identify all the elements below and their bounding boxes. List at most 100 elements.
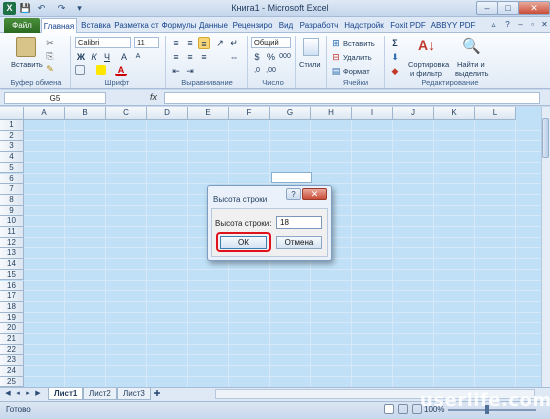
row-header-25[interactable]: 25	[0, 376, 24, 388]
font-name-select[interactable]: Calibri	[75, 37, 131, 48]
find-select-button-line1[interactable]: Найти и	[457, 60, 485, 69]
align-middle-icon[interactable]: ≡	[184, 37, 196, 49]
cancel-button[interactable]: Отмена	[276, 236, 322, 249]
first-sheet-icon[interactable]: ◀	[4, 389, 12, 397]
row-header-17[interactable]: 17	[0, 291, 24, 302]
minimize-button[interactable]: –	[476, 1, 498, 15]
maximize-button[interactable]: □	[497, 1, 519, 15]
thousands-icon[interactable]: 000	[279, 51, 291, 63]
help-icon[interactable]: ?	[502, 19, 513, 30]
column-header-l[interactable]: L	[475, 107, 516, 120]
sheet-tab-1[interactable]: Лист1	[48, 388, 84, 400]
row-header-7[interactable]: 7	[0, 184, 24, 195]
underline-button[interactable]: Ч	[101, 51, 113, 63]
row-header-4[interactable]: 4	[0, 152, 24, 163]
sort-filter-icon[interactable]: A↓	[418, 37, 436, 57]
increase-decimal-icon[interactable]: ,0	[251, 65, 263, 77]
row-header-12[interactable]: 12	[0, 237, 24, 249]
customize-icon[interactable]: ▾	[73, 2, 86, 15]
decrease-font-icon[interactable]: A	[132, 51, 144, 63]
tab-file[interactable]: Файл	[4, 18, 40, 33]
merge-cells-icon[interactable]: ⇔	[228, 51, 240, 63]
increase-font-icon[interactable]: A	[118, 51, 130, 63]
paste-icon[interactable]	[16, 37, 36, 57]
column-header-f[interactable]: F	[229, 107, 270, 120]
autosum-icon[interactable]: Σ	[389, 37, 401, 49]
align-left-icon[interactable]: ≡	[170, 51, 182, 63]
save-icon[interactable]: 💾	[19, 2, 32, 15]
sort-filter-button-line1[interactable]: Сортировка	[408, 60, 449, 69]
styles-icon[interactable]	[303, 38, 319, 56]
row-height-input[interactable]: 18	[276, 216, 322, 229]
row-header-24[interactable]: 24	[0, 366, 24, 377]
normal-view-icon[interactable]	[384, 404, 394, 414]
column-header-k[interactable]: K	[434, 107, 475, 120]
currency-icon[interactable]: $	[251, 51, 263, 63]
column-header-a[interactable]: A	[24, 107, 65, 120]
name-box[interactable]: G5	[4, 92, 106, 104]
tab-formulas[interactable]: Формулы	[161, 19, 197, 33]
page-layout-view-icon[interactable]	[398, 404, 408, 414]
borders-icon[interactable]	[75, 65, 85, 75]
clear-icon[interactable]: ◆	[389, 65, 401, 77]
row-header-10[interactable]: 10	[0, 216, 24, 227]
column-header-h[interactable]: H	[311, 107, 352, 120]
dialog-close-button[interactable]: ✕	[302, 188, 327, 200]
row-header-1[interactable]: 1	[0, 120, 24, 131]
tab-abbyy-pdf[interactable]: ABBYY PDF	[430, 19, 476, 33]
ribbon-minimize-icon[interactable]: ▵	[488, 19, 499, 30]
row-header-9[interactable]: 9	[0, 205, 24, 217]
tab-review[interactable]: Рецензиро	[230, 19, 275, 33]
delete-cells-button[interactable]: Удалить	[343, 53, 372, 62]
fill-icon[interactable]: ⬇	[389, 51, 401, 63]
tab-insert[interactable]: Вставка	[80, 19, 112, 33]
find-select-icon[interactable]: 🔍	[462, 37, 481, 57]
sheet-tab-3[interactable]: Лист3	[117, 388, 151, 400]
row-header-22[interactable]: 22	[0, 344, 24, 356]
column-header-j[interactable]: J	[393, 107, 434, 120]
cut-icon[interactable]: ✂	[44, 37, 56, 49]
sheet-tab-2[interactable]: Лист2	[83, 388, 117, 400]
next-sheet-icon[interactable]: ▸	[24, 389, 32, 397]
row-header-15[interactable]: 15	[0, 269, 24, 281]
tab-page-layout[interactable]: Разметка ст	[113, 19, 160, 33]
tab-addins[interactable]: Надстройк	[341, 19, 387, 33]
wrap-text-icon[interactable]: ↵	[228, 37, 240, 49]
tab-developer[interactable]: Разработч	[298, 19, 340, 33]
column-header-c[interactable]: C	[106, 107, 147, 120]
row-header-8[interactable]: 8	[0, 194, 24, 206]
row-header-19[interactable]: 19	[0, 312, 24, 324]
row-header-13[interactable]: 13	[0, 248, 24, 260]
ok-button[interactable]: ОК	[220, 236, 267, 249]
select-all-corner[interactable]	[0, 107, 24, 120]
row-header-3[interactable]: 3	[0, 141, 24, 153]
decrease-decimal-icon[interactable]: ,00	[265, 65, 277, 77]
insert-sheet-icon[interactable]: ✚	[153, 389, 161, 398]
row-header-11[interactable]: 11	[0, 227, 24, 238]
close-button[interactable]: ✕	[518, 1, 550, 15]
font-color-icon[interactable]: A	[115, 64, 127, 76]
copy-icon[interactable]: ⎘	[44, 50, 56, 62]
row-header-23[interactable]: 23	[0, 355, 24, 367]
row-header-21[interactable]: 21	[0, 334, 24, 345]
italic-button[interactable]: К	[88, 51, 100, 63]
styles-button[interactable]: Стили	[299, 60, 321, 69]
tab-data[interactable]: Данные	[198, 19, 229, 33]
find-select-button-line2[interactable]: выделить	[455, 69, 489, 78]
align-top-icon[interactable]: ≡	[170, 37, 182, 49]
insert-function-icon[interactable]: fx	[150, 92, 157, 102]
tab-view[interactable]: Вид	[276, 19, 296, 33]
increase-indent-icon[interactable]: ⇥	[184, 65, 196, 77]
formula-input[interactable]	[164, 92, 540, 104]
format-painter-icon[interactable]: ✎	[44, 63, 56, 75]
doc-minimize-icon[interactable]: –	[515, 19, 526, 30]
orientation-icon[interactable]: ↗	[214, 37, 226, 49]
align-right-icon[interactable]: ≡	[198, 51, 210, 63]
row-header-2[interactable]: 2	[0, 130, 24, 142]
active-cell[interactable]	[271, 172, 312, 183]
column-header-b[interactable]: B	[65, 107, 106, 120]
column-header-i[interactable]: I	[352, 107, 393, 120]
paste-button[interactable]: Вставить	[11, 60, 43, 69]
prev-sheet-icon[interactable]: ◂	[14, 389, 22, 397]
fill-color-icon[interactable]	[96, 65, 106, 75]
